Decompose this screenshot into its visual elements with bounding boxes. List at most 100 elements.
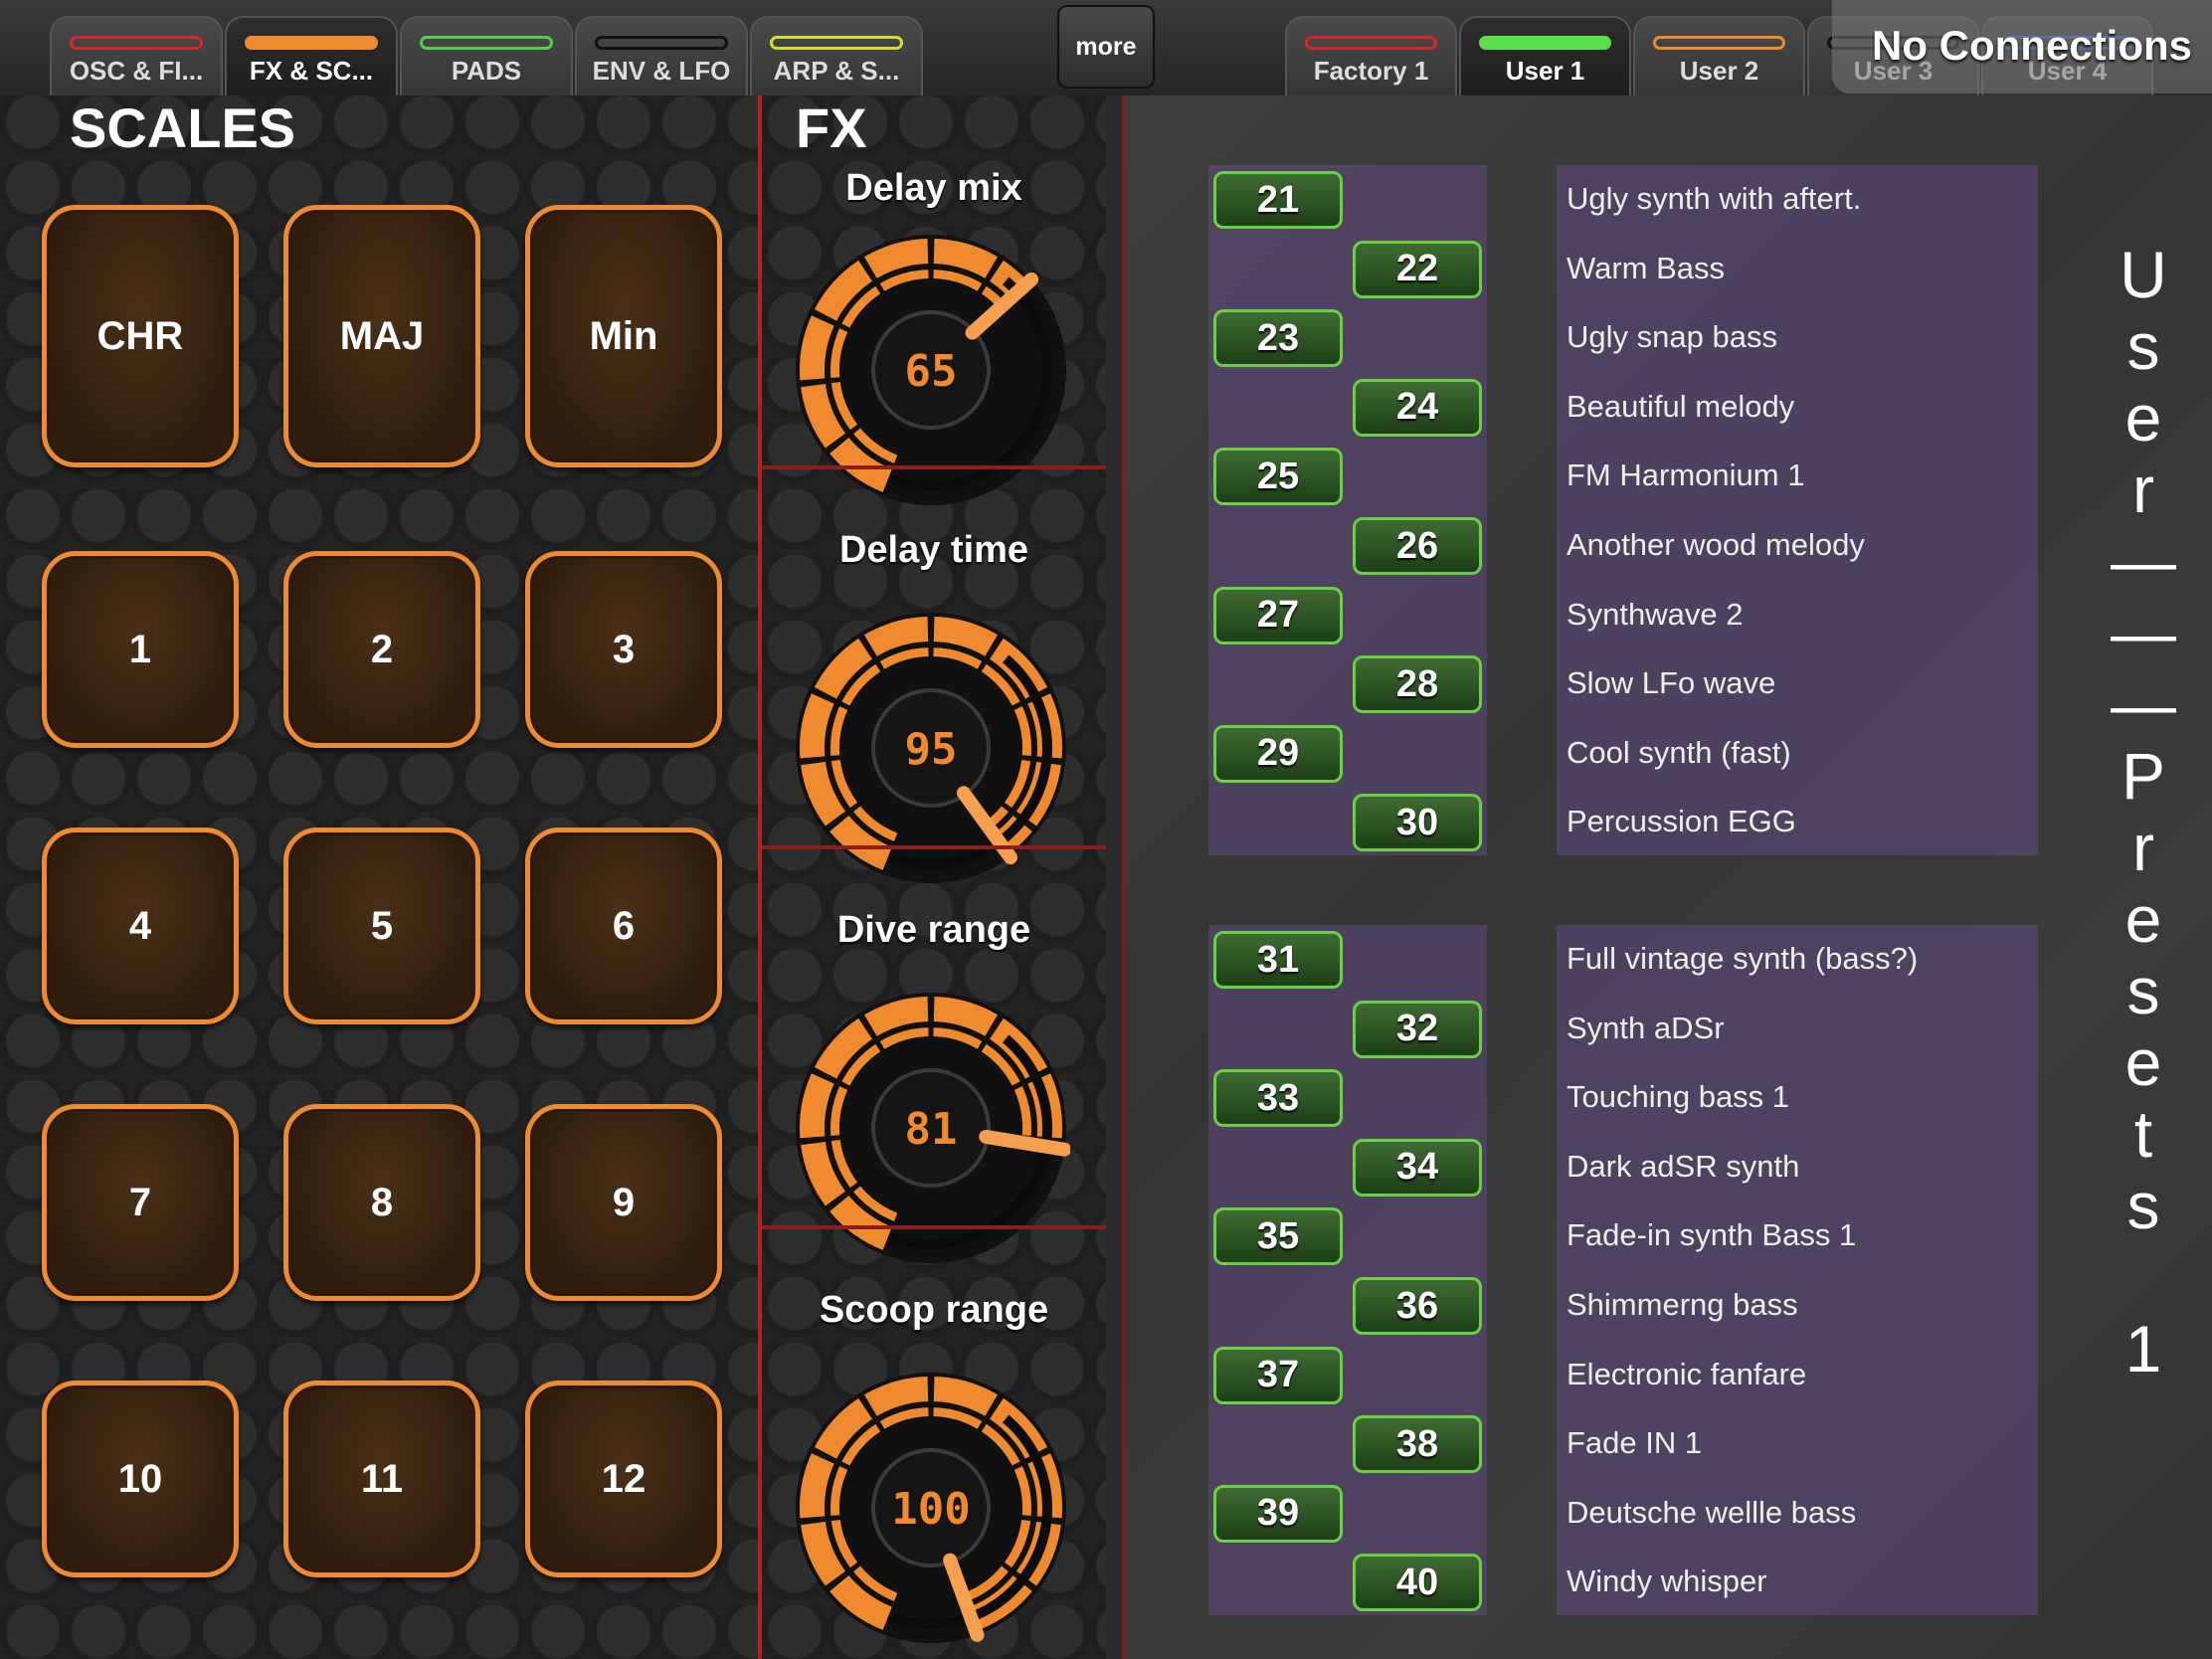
- preset-name[interactable]: FM Harmonium 1: [1567, 456, 1804, 495]
- preset-number-button[interactable]: 35: [1213, 1207, 1343, 1266]
- scale-button[interactable]: 6: [525, 828, 722, 1024]
- tab-indicator: [70, 36, 203, 50]
- title-glyph: r: [2132, 811, 2154, 884]
- tab-label: FX & SC...: [249, 56, 374, 86]
- title-glyph: —: [2111, 596, 2176, 669]
- preset-name[interactable]: Fade IN 1: [1567, 1423, 1702, 1463]
- preset-number-button[interactable]: 29: [1213, 724, 1343, 783]
- title-glyph: U: [2120, 238, 2167, 311]
- knob-label: Delay mix: [845, 167, 1022, 209]
- knob-value: 100: [891, 1484, 970, 1535]
- tab-left-4[interactable]: ARP & S...: [750, 16, 923, 95]
- preset-number-button[interactable]: 30: [1353, 794, 1482, 852]
- title-glyph: s: [2126, 309, 2160, 383]
- fx-panel: FX Delay mix 65 Delay time 95 Dive range 81 Sc…: [762, 95, 1106, 1659]
- preset-number-button[interactable]: 34: [1353, 1138, 1482, 1197]
- preset-name[interactable]: Beautiful melody: [1567, 387, 1794, 427]
- scale-button[interactable]: 3: [525, 551, 722, 748]
- scale-button[interactable]: MAJ: [283, 205, 480, 467]
- scales-panel: SCALES CHR MAJ Min 1 2 3 4 5 6 7 8 9 10 11 12: [0, 95, 758, 1659]
- preset-name[interactable]: Ugly snap bass: [1567, 317, 1777, 357]
- scale-button[interactable]: 1: [42, 551, 239, 748]
- knob-label: Scoop range: [819, 1289, 1049, 1331]
- tab-indicator: [1479, 36, 1611, 50]
- preset-name[interactable]: Percussion EGG: [1567, 802, 1796, 841]
- preset-name[interactable]: Ugly synth with aftert.: [1567, 179, 1861, 219]
- preset-number-button[interactable]: 21: [1213, 171, 1343, 229]
- preset-name[interactable]: Windy whisper: [1567, 1562, 1767, 1601]
- preset-number-button[interactable]: 36: [1353, 1277, 1482, 1335]
- preset-name[interactable]: Deutsche wellle bass: [1567, 1493, 1856, 1533]
- title-glyph: [2134, 1241, 2152, 1313]
- scale-button[interactable]: 8: [283, 1104, 480, 1301]
- title-glyph: s: [2126, 1169, 2160, 1242]
- tab-label: ARP & S...: [773, 56, 900, 86]
- knob-4[interactable]: 100: [792, 1369, 1070, 1647]
- presets-bank-title: Us e r — — — Pr e s e t s 1: [2099, 239, 2188, 1384]
- preset-name[interactable]: Fade-in synth Bass 1: [1567, 1215, 1856, 1255]
- tab-label: User 2: [1679, 56, 1759, 86]
- scale-button[interactable]: 10: [42, 1381, 239, 1577]
- tab-label: User 1: [1505, 56, 1585, 86]
- knob-value: 81: [905, 1104, 958, 1155]
- preset-name[interactable]: Touching bass 1: [1567, 1077, 1789, 1117]
- scale-button[interactable]: 12: [525, 1381, 722, 1577]
- preset-number-button[interactable]: 31: [1213, 931, 1343, 989]
- tab-left-0[interactable]: OSC & FI...: [50, 16, 223, 95]
- preset-name[interactable]: Full vintage synth (bass?): [1567, 939, 1918, 979]
- tab-right-0[interactable]: Factory 1: [1285, 16, 1457, 95]
- preset-number-button[interactable]: 22: [1353, 240, 1482, 298]
- preset-name[interactable]: Electronic fanfare: [1567, 1355, 1806, 1394]
- scale-button[interactable]: Min: [525, 205, 722, 467]
- preset-number-button[interactable]: 28: [1353, 655, 1482, 714]
- scale-button[interactable]: 4: [42, 828, 239, 1024]
- title-glyph: e: [2124, 1025, 2162, 1099]
- tab-indicator: [1305, 36, 1437, 50]
- tab-right-1[interactable]: User 1: [1459, 16, 1631, 95]
- title-glyph: t: [2133, 1097, 2153, 1171]
- tab-left-1[interactable]: FX & SC...: [225, 16, 398, 95]
- tab-right-2[interactable]: User 2: [1633, 16, 1805, 95]
- preset-number-button[interactable]: 32: [1353, 1000, 1482, 1058]
- preset-number-button[interactable]: 26: [1353, 517, 1482, 575]
- scale-button[interactable]: CHR: [42, 205, 239, 467]
- preset-name[interactable]: Cool synth (fast): [1567, 733, 1791, 773]
- preset-number-button[interactable]: 38: [1353, 1415, 1482, 1474]
- preset-name[interactable]: Dark adSR synth: [1567, 1147, 1799, 1187]
- preset-number-button[interactable]: 39: [1213, 1484, 1343, 1543]
- preset-number-button[interactable]: 27: [1213, 586, 1343, 645]
- tab-label: OSC & FI...: [69, 56, 204, 86]
- title-glyph: P: [2120, 739, 2166, 813]
- preset-number-button[interactable]: 40: [1353, 1554, 1482, 1612]
- preset-name[interactable]: Synthwave 2: [1567, 595, 1744, 635]
- tab-indicator: [595, 36, 728, 50]
- knob-label: Dive range: [836, 909, 1031, 951]
- scale-button[interactable]: 2: [283, 551, 480, 748]
- knob-value: 95: [905, 724, 958, 775]
- preset-number-button[interactable]: 25: [1213, 448, 1343, 506]
- preset-name[interactable]: Slow LFo wave: [1567, 663, 1775, 703]
- preset-name[interactable]: Another wood melody: [1567, 525, 1865, 565]
- scale-button[interactable]: 7: [42, 1104, 239, 1301]
- scale-button[interactable]: 9: [525, 1104, 722, 1301]
- tab-left-2[interactable]: PADS: [400, 16, 573, 95]
- title-glyph: s: [2126, 954, 2160, 1027]
- preset-number-button[interactable]: 23: [1213, 309, 1343, 368]
- scale-button[interactable]: 11: [283, 1381, 480, 1577]
- preset-number-button[interactable]: 37: [1213, 1346, 1343, 1404]
- tab-left-3[interactable]: ENV & LFO: [575, 16, 748, 95]
- top-tab-bar: OSC & FI... FX & SC... PADS ENV & LFO ARP & …: [0, 0, 2212, 95]
- preset-number-button[interactable]: 24: [1353, 378, 1482, 437]
- preset-name[interactable]: Synth aDSr: [1567, 1009, 1725, 1048]
- preset-name[interactable]: Warm Bass: [1567, 249, 1725, 288]
- tab-indicator: [1653, 36, 1785, 50]
- tab-label: Factory 1: [1313, 56, 1429, 86]
- more-button[interactable]: more: [1057, 5, 1155, 89]
- preset-name[interactable]: Shimmerng bass: [1567, 1285, 1798, 1325]
- scale-button[interactable]: 5: [283, 828, 480, 1024]
- connection-status-text: No Connections: [1872, 22, 2192, 69]
- title-glyph: e: [2124, 882, 2162, 956]
- scales-title: SCALES: [70, 96, 296, 159]
- preset-number-button[interactable]: 33: [1213, 1069, 1343, 1128]
- title-glyph: —: [2111, 524, 2176, 598]
